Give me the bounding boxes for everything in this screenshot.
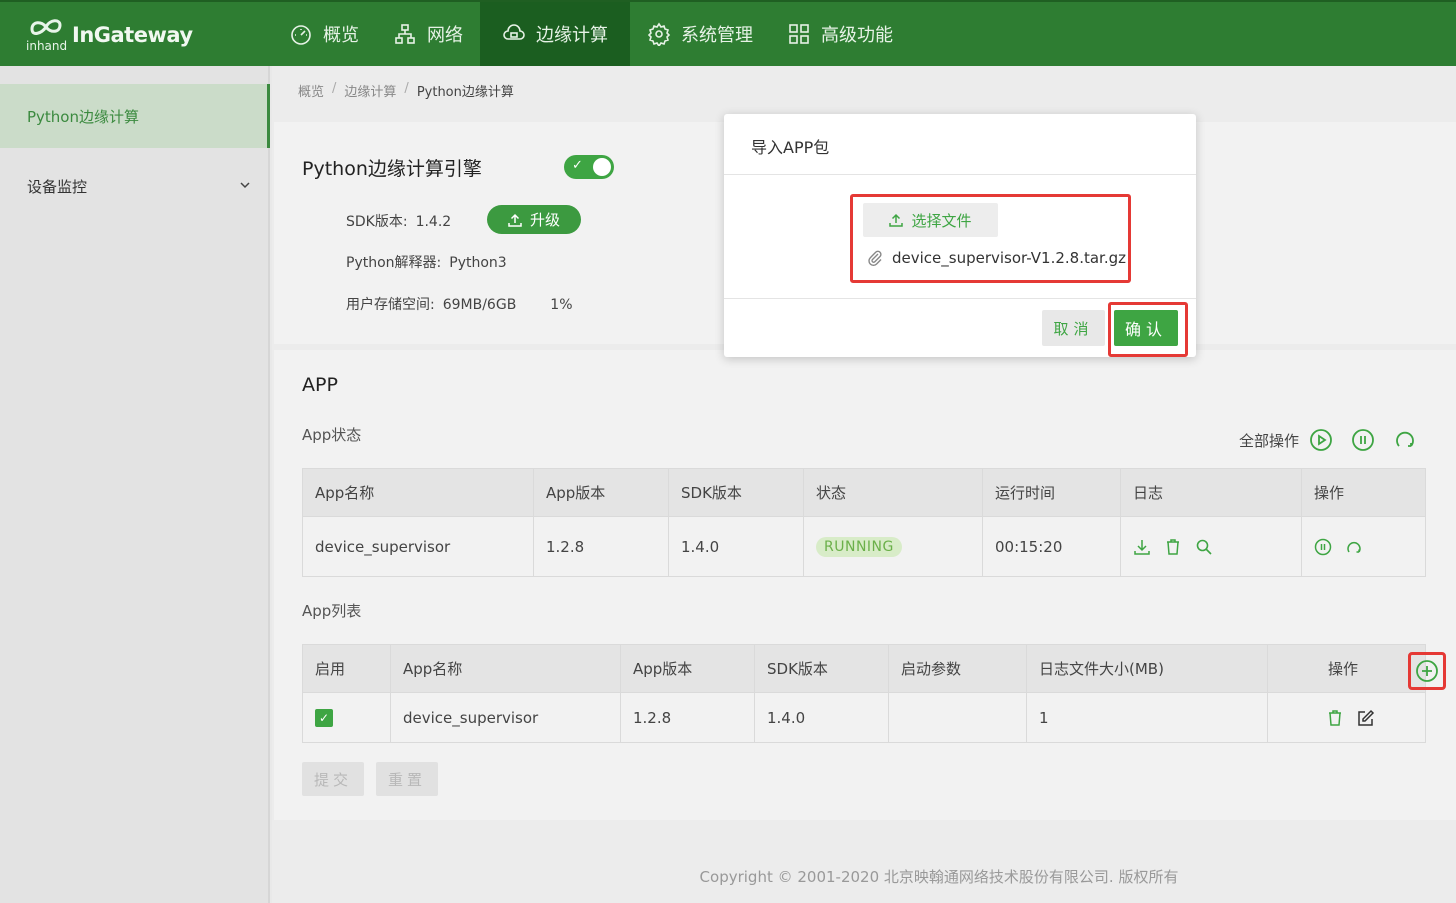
divider: [724, 174, 1196, 175]
file-name-label: device_supervisor-V1.2.8.tar.gz: [892, 249, 1127, 267]
dialog-title: 导入APP包: [751, 138, 830, 157]
choose-file-label: 选择文件: [911, 211, 972, 230]
confirm-button[interactable]: 确认: [1114, 310, 1178, 346]
paperclip-icon: [868, 250, 882, 266]
upload-icon: [889, 213, 904, 227]
divider: [724, 298, 1196, 299]
selected-file: device_supervisor-V1.2.8.tar.gz: [868, 249, 1126, 267]
choose-file-button[interactable]: 选择文件: [863, 203, 998, 237]
import-app-dialog: 导入APP包 选择文件 device_supervisor-V1.2.8.tar…: [724, 114, 1196, 357]
cancel-button[interactable]: 取消: [1042, 310, 1105, 346]
